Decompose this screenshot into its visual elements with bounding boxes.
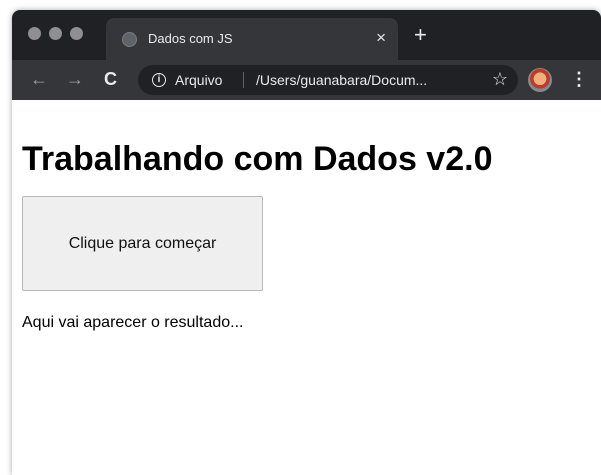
globe-icon — [122, 32, 137, 47]
close-window-dot[interactable] — [28, 27, 41, 40]
page-content: Trabalhando com Dados v2.0 Clique para c… — [12, 100, 601, 475]
reload-icon[interactable]: C — [104, 69, 117, 89]
start-button[interactable]: Clique para começar — [22, 196, 263, 291]
tab-strip: Dados com JS × + — [12, 10, 601, 60]
close-icon[interactable]: × — [376, 28, 386, 48]
profile-avatar[interactable] — [528, 68, 552, 92]
browser-tab[interactable]: Dados com JS × — [106, 18, 398, 60]
page-title: Trabalhando com Dados v2.0 — [22, 140, 493, 178]
scheme-label: Arquivo — [175, 72, 223, 88]
browser-window: Dados com JS × + ← → C i Arquivo /Users/… — [12, 10, 601, 475]
new-tab-button[interactable]: + — [414, 24, 427, 46]
back-arrow-icon[interactable]: ← — [30, 69, 48, 89]
info-icon[interactable]: i — [152, 73, 166, 87]
minimize-window-dot[interactable] — [49, 27, 62, 40]
maximize-window-dot[interactable] — [70, 27, 83, 40]
omnibox-divider — [243, 72, 244, 88]
result-text: Aqui vai aparecer o resultado... — [22, 314, 244, 331]
forward-arrow-icon[interactable]: → — [66, 69, 84, 89]
browser-toolbar: ← → C i Arquivo /Users/guanabara/Docum..… — [12, 60, 601, 100]
bookmark-star-icon[interactable]: ☆ — [492, 69, 508, 90]
url-text[interactable]: /Users/guanabara/Docum... — [256, 72, 427, 88]
tab-title: Dados com JS — [148, 31, 233, 46]
address-bar[interactable]: i Arquivo /Users/guanabara/Docum... ☆ — [138, 65, 518, 95]
more-menu-icon[interactable]: ⋮ — [570, 67, 588, 91]
